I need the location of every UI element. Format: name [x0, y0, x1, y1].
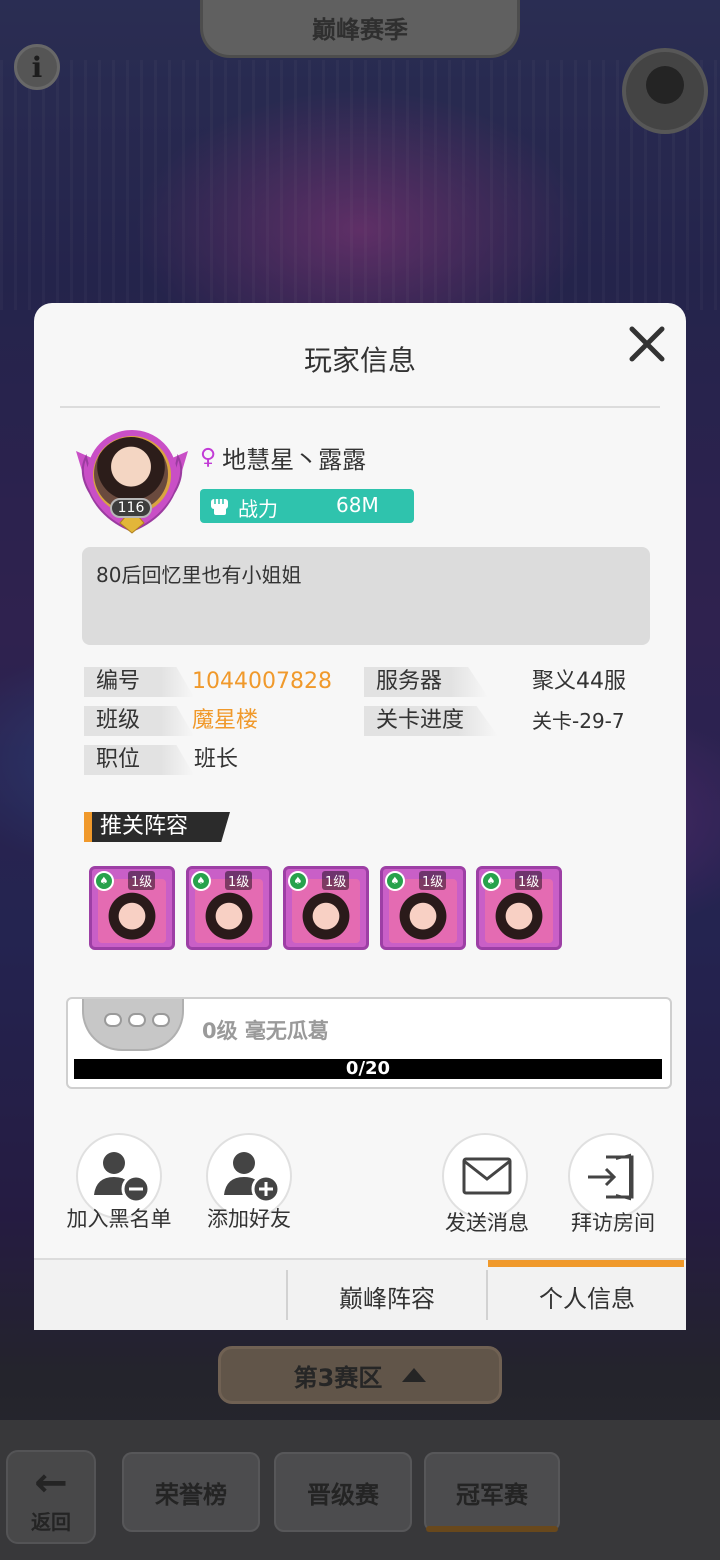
- fist-icon: [211, 499, 228, 515]
- player-signature: 80后回忆里也有小姐姐: [82, 547, 650, 645]
- class-value[interactable]: 魔星楼: [192, 706, 258, 736]
- hero-level: 1级: [128, 871, 156, 890]
- relationship-panel: 0级 毫无瓜葛 0/20: [66, 997, 672, 1089]
- avatar[interactable]: 116: [72, 423, 192, 537]
- add-friend-label: 添加好友: [207, 1207, 291, 1231]
- hero-card[interactable]: ♠ 1级: [186, 866, 272, 950]
- visit-room-label: 拜访房间: [571, 1211, 655, 1235]
- spade-icon: ♠: [385, 871, 405, 891]
- add-friend-button[interactable]: 添加好友: [184, 1133, 314, 1233]
- relationship-emblem-icon: [82, 999, 184, 1051]
- player-name: 地慧星丶露露: [222, 446, 367, 474]
- id-value: 1044007828: [192, 669, 332, 694]
- close-icon: [629, 326, 665, 362]
- spade-icon: ♠: [191, 871, 211, 891]
- server-value: 聚义44服: [532, 669, 626, 694]
- blacklist-label: 加入黑名单: [66, 1207, 172, 1231]
- tab-personal-info[interactable]: 个人信息: [488, 1260, 686, 1332]
- spade-icon: ♠: [288, 871, 308, 891]
- send-message-button[interactable]: 发送消息: [422, 1133, 552, 1235]
- player-info-dialog: 玩家信息 116 ♀ 地慧星丶露露 战力 68M 80后回忆里也有小姐姐 编号: [34, 303, 686, 1330]
- section-accent: [84, 812, 92, 842]
- spade-icon: ♠: [481, 871, 501, 891]
- active-tab-indicator: [488, 1260, 684, 1267]
- hero-card[interactable]: ♠ 1级: [380, 866, 466, 950]
- hero-card[interactable]: ♠ 1级: [476, 866, 562, 950]
- stage-progress-label: 关卡进度: [364, 706, 498, 736]
- spade-icon: ♠: [94, 871, 114, 891]
- hero-level: 1级: [322, 871, 350, 890]
- position-value: 班长: [194, 747, 239, 772]
- dialog-title: 玩家信息: [303, 344, 416, 377]
- power-value: 68M: [336, 493, 379, 517]
- class-label: 班级: [84, 706, 194, 736]
- lineup-section-title: 推关阵容: [84, 812, 230, 842]
- position-label: 职位: [84, 745, 194, 775]
- power-label: 战力: [238, 497, 278, 521]
- relationship-level: 0级 毫无瓜葛: [202, 1019, 329, 1043]
- id-label: 编号: [84, 667, 194, 697]
- female-icon: ♀: [200, 445, 217, 470]
- combat-power-bar: 战力 68M: [200, 489, 414, 523]
- close-button[interactable]: [624, 321, 670, 367]
- title-divider: [60, 406, 660, 408]
- server-label: 服务器: [364, 667, 488, 697]
- hero-level: 1级: [225, 871, 253, 890]
- hero-card[interactable]: ♠ 1级: [283, 866, 369, 950]
- tab-peak-lineup[interactable]: 巅峰阵容: [288, 1260, 486, 1332]
- relationship-progress-bar: 0/20: [74, 1059, 662, 1079]
- blacklist-button[interactable]: 加入黑名单: [54, 1133, 184, 1233]
- lineup-title-text: 推关阵容: [100, 814, 189, 839]
- player-name-row: ♀ 地慧星丶露露: [200, 440, 366, 475]
- hero-card[interactable]: ♠ 1级: [89, 866, 175, 950]
- hero-level: 1级: [515, 871, 543, 890]
- player-level-badge: 116: [110, 498, 152, 518]
- rank-dots: [104, 1013, 170, 1027]
- stage-progress-value: 关卡-29-7: [532, 709, 625, 733]
- dialog-tabs: 巅峰阵容 个人信息: [34, 1258, 686, 1330]
- progress-text: 0/20: [345, 1058, 391, 1079]
- hero-level: 1级: [419, 871, 447, 890]
- send-message-label: 发送消息: [445, 1211, 529, 1235]
- visit-room-button[interactable]: 拜访房间: [548, 1133, 678, 1235]
